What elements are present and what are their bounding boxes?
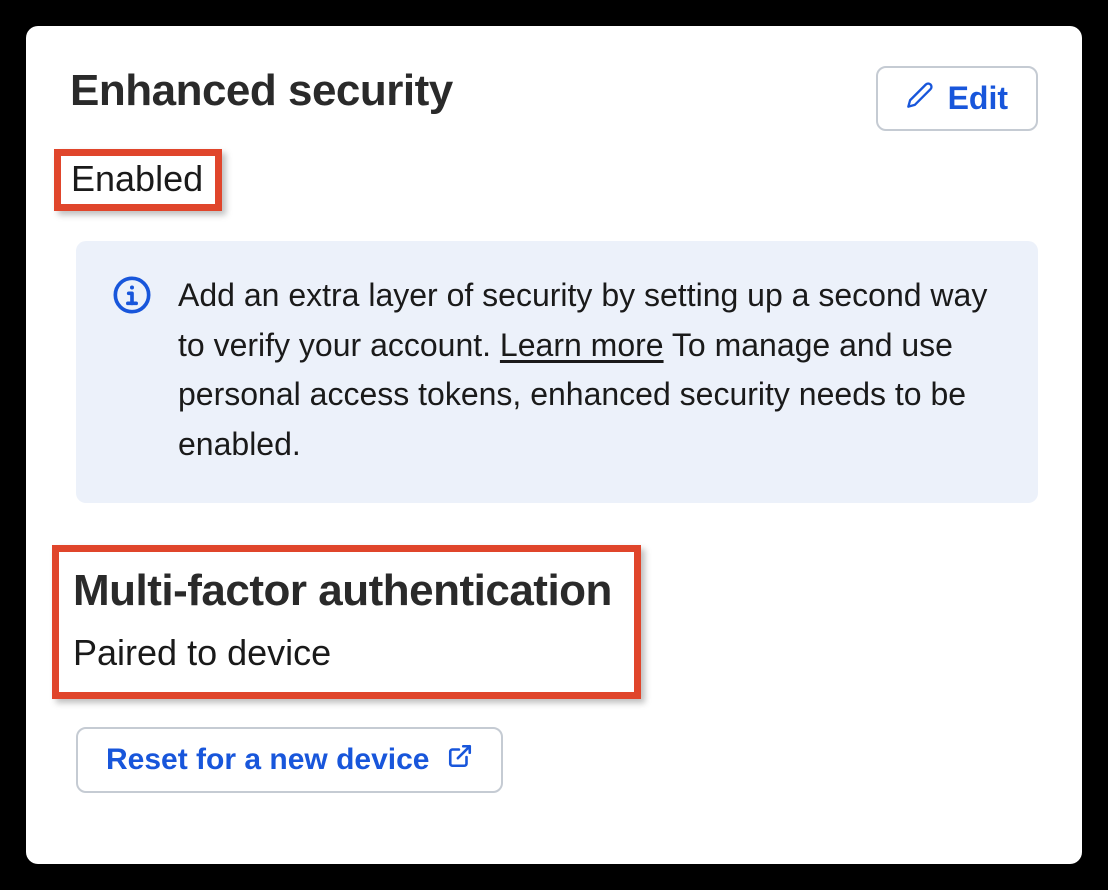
enhanced-security-status: Enabled: [71, 158, 203, 199]
page-title: Enhanced security: [70, 66, 453, 116]
edit-button-label: Edit: [948, 80, 1008, 117]
status-highlight-box: Enabled: [54, 149, 222, 211]
edit-button[interactable]: Edit: [876, 66, 1038, 131]
reset-button-label: Reset for a new device: [106, 743, 429, 777]
info-text: Add an extra layer of security by settin…: [178, 271, 1002, 469]
learn-more-link[interactable]: Learn more: [500, 327, 664, 363]
info-icon: [112, 275, 152, 469]
mfa-status: Paired to device: [73, 632, 612, 674]
info-callout: Add an extra layer of security by settin…: [76, 241, 1038, 503]
security-settings-card: Enhanced security Edit Enabled Add an ex…: [26, 26, 1082, 864]
mfa-title: Multi-factor authentication: [73, 566, 612, 616]
pencil-icon: [906, 80, 934, 117]
header-row: Enhanced security Edit: [70, 66, 1038, 131]
external-link-icon: [447, 743, 473, 777]
reset-device-button[interactable]: Reset for a new device: [76, 727, 503, 793]
mfa-highlight-box: Multi-factor authentication Paired to de…: [52, 545, 641, 699]
